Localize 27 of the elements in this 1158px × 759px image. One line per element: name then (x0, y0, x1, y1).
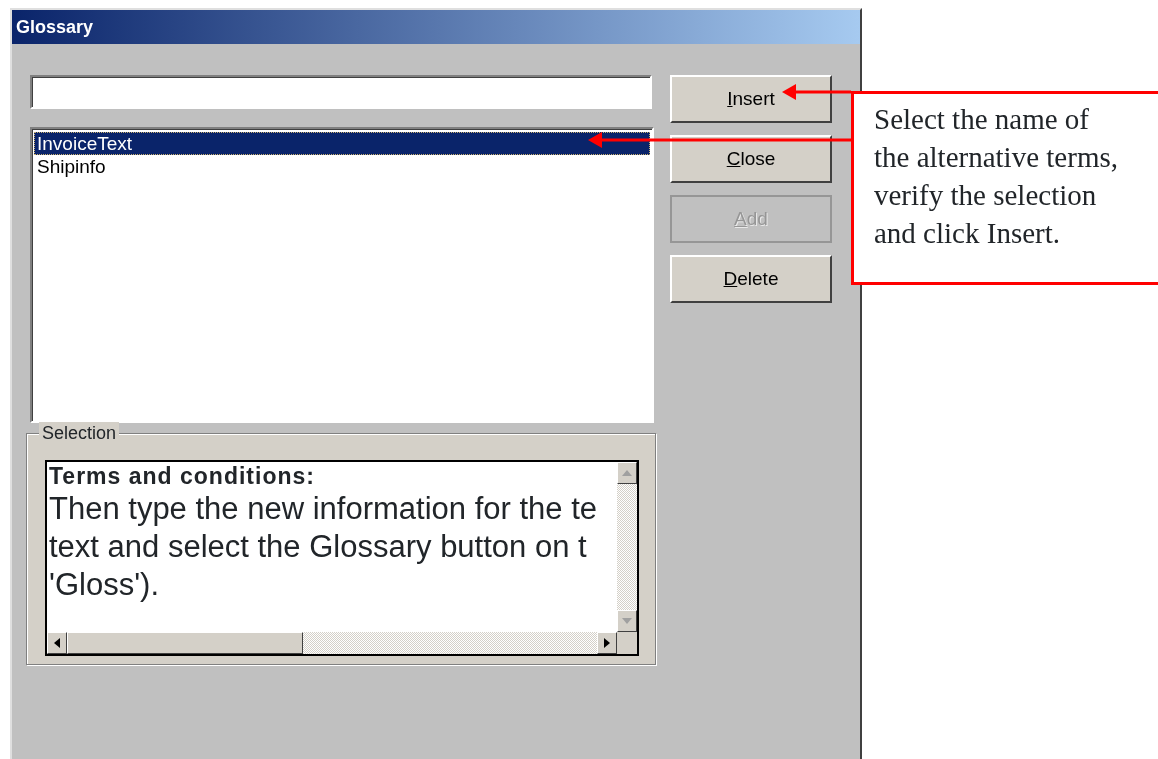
up-arrow-icon (622, 470, 632, 476)
callout-text: the alternative terms, (874, 140, 1119, 175)
input-field[interactable] (30, 75, 652, 109)
scrollbar-corner (617, 632, 637, 654)
scroll-down-button[interactable] (617, 610, 637, 632)
down-arrow-icon (622, 618, 632, 624)
horizontal-scrollbar[interactable] (47, 632, 617, 654)
dialog-button[interactable]: Close (670, 135, 832, 183)
callout-text: and click Insert. (874, 216, 1061, 251)
callout-text: verify the selection (874, 178, 1098, 213)
text-line: Then type the new information for the te (49, 490, 598, 528)
right-arrow-icon (604, 638, 610, 648)
text-line: 'Gloss'). (49, 566, 160, 604)
scroll-thumb[interactable] (67, 632, 303, 654)
list-item[interactable]: Shipinfo (34, 155, 650, 178)
text-line: text and select the Glossary button on t (49, 528, 588, 566)
text-heading: Terms and conditions: (49, 462, 316, 490)
scroll-left-button[interactable] (47, 632, 67, 654)
dialog-button[interactable]: Insert (670, 75, 832, 123)
callout-text: Select the name of (874, 102, 1090, 137)
scroll-right-button[interactable] (597, 632, 617, 654)
dialog-button[interactable]: Delete (670, 255, 832, 303)
scroll-up-button[interactable] (617, 462, 637, 484)
vertical-scrollbar[interactable] (617, 462, 637, 632)
list-item[interactable]: InvoiceText (34, 132, 650, 155)
window-title: Glossary (12, 10, 860, 44)
left-arrow-icon (54, 638, 60, 648)
